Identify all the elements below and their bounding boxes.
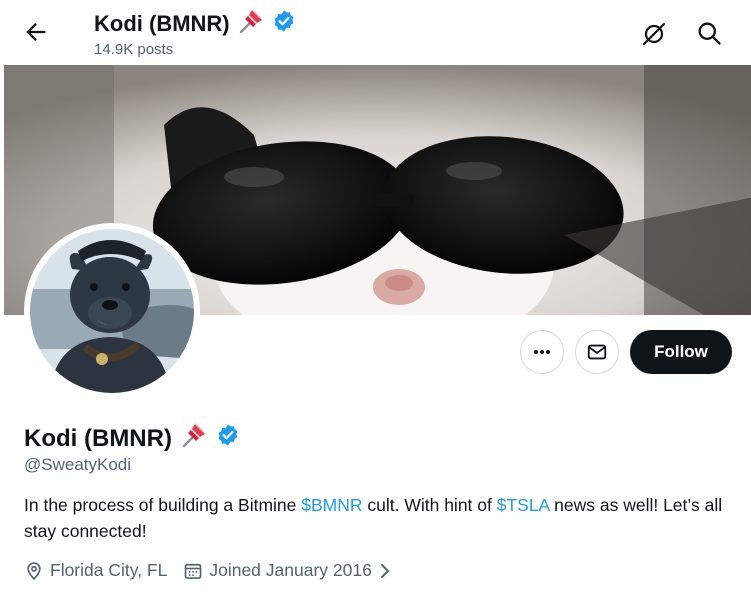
mail-icon	[587, 344, 607, 360]
grok-icon[interactable]	[640, 20, 668, 48]
location-text: Florida City, FL	[50, 560, 168, 580]
more-options-button[interactable]	[520, 330, 564, 374]
profile-bio: In the process of building a Bitmine $BM…	[24, 492, 734, 544]
top-bar: Kodi (BMNR) 14.9K posts	[0, 0, 751, 65]
search-icon[interactable]	[695, 19, 723, 47]
post-count: 14.9K posts	[94, 41, 174, 58]
bio-cashtag-bmnr[interactable]: $BMNR	[301, 495, 362, 515]
verified-badge-icon[interactable]	[216, 423, 240, 454]
pushpin-icon	[179, 420, 209, 457]
profile-name: Kodi (BMNR)	[24, 424, 172, 452]
bio-text: In the process of building a Bitmine	[24, 495, 302, 515]
joined-item[interactable]: Joined January 2016	[183, 560, 391, 581]
bio-cashtag-tsla[interactable]: $TSLA	[497, 495, 550, 515]
profile-handle: @SweatyKodi	[24, 455, 132, 474]
location-item: Florida City, FL	[24, 560, 167, 581]
calendar-icon	[185, 563, 202, 579]
verified-badge-icon	[272, 9, 296, 39]
header-title: Kodi (BMNR)	[94, 6, 296, 42]
location-pin-icon	[27, 561, 41, 580]
follow-button[interactable]: Follow	[630, 330, 732, 374]
message-button[interactable]	[575, 330, 619, 374]
more-icon	[534, 350, 550, 354]
avatar-image	[30, 229, 194, 393]
bio-text: cult. With hint of	[362, 495, 497, 515]
chevron-right-icon	[380, 563, 390, 578]
profile-meta: Florida City, FL Joined January 2016	[24, 560, 408, 581]
pushpin-icon	[236, 6, 266, 42]
joined-text: Joined January 2016	[209, 560, 372, 580]
profile-avatar[interactable]	[24, 223, 200, 399]
back-arrow-icon[interactable]	[22, 18, 50, 46]
profile-name-row: Kodi (BMNR)	[24, 420, 240, 457]
header-name: Kodi (BMNR)	[94, 11, 230, 36]
